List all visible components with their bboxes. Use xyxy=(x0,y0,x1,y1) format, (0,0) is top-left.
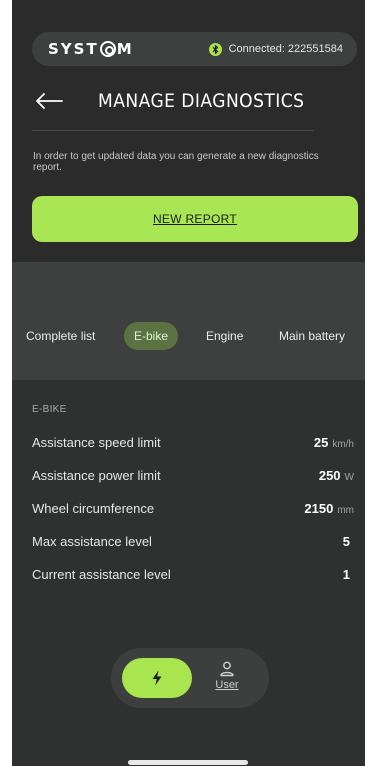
row-label: Assistance speed limit xyxy=(32,435,161,450)
value-unit: mm xyxy=(337,505,354,516)
value-number: 250 xyxy=(318,468,341,483)
value-number: 25 xyxy=(313,435,329,450)
list-item: Assistance power limit 250 W xyxy=(32,459,354,492)
app-screen: SYST M Connected: 222551584 MANAGE DIAGNO… xyxy=(12,0,365,766)
list-item: Assistance speed limit 25 km/h xyxy=(32,426,354,459)
user-icon xyxy=(220,661,234,677)
row-label: Assistance power limit xyxy=(32,468,161,483)
row-value: 250 W xyxy=(319,468,354,483)
info-text: In order to get updated data you can gen… xyxy=(33,151,319,173)
lightning-icon xyxy=(152,670,162,686)
page-title: MANAGE DIAGNOSTICS xyxy=(98,90,305,112)
value-number: 5 xyxy=(342,534,350,549)
nav-diagnostics-button[interactable] xyxy=(122,658,192,698)
tab-complete-list[interactable]: Complete list xyxy=(26,329,95,343)
header-bar: SYST M Connected: 222551584 xyxy=(32,32,357,66)
logo-ring-icon xyxy=(99,41,116,57)
tab-e-bike[interactable]: E-bike xyxy=(124,322,178,350)
value-number: 2150 xyxy=(304,501,334,516)
diagnostics-list: Assistance speed limit 25 km/h Assistanc… xyxy=(32,426,354,591)
tab-engine[interactable]: Engine xyxy=(206,329,243,343)
connection-text: Connected: 222551584 xyxy=(228,43,343,55)
row-label: Max assistance level xyxy=(32,534,152,549)
tab-main-battery[interactable]: Main battery xyxy=(279,329,345,343)
section-title: E-BIKE xyxy=(32,404,67,415)
title-row: MANAGE DIAGNOSTICS xyxy=(34,86,354,116)
list-item: Max assistance level 5 xyxy=(32,525,354,558)
row-value: 25 km/h xyxy=(314,435,354,450)
nav-user-button[interactable]: User xyxy=(207,661,247,697)
value-unit: km/h xyxy=(332,439,354,450)
back-arrow-icon[interactable] xyxy=(34,89,68,113)
home-indicator[interactable] xyxy=(128,760,248,765)
bluetooth-icon xyxy=(208,42,222,56)
category-tabs: Complete list E-bike Engine Main battery xyxy=(12,262,365,380)
row-value: 1 xyxy=(343,567,354,582)
nav-user-label: User xyxy=(215,679,239,691)
bottom-nav: User xyxy=(111,648,269,708)
row-value: 5 xyxy=(343,534,354,549)
app-logo: SYST M xyxy=(48,40,134,58)
value-number: 1 xyxy=(342,567,350,582)
value-unit: W xyxy=(344,472,354,483)
row-value: 2150 mm xyxy=(304,501,354,516)
title-divider xyxy=(32,130,314,131)
row-label: Wheel circumference xyxy=(32,501,155,516)
tabs-row: Complete list E-bike Engine Main battery xyxy=(12,321,365,351)
new-report-button[interactable]: NEW REPORT xyxy=(32,196,358,242)
connection-status[interactable]: Connected: 222551584 xyxy=(208,42,343,56)
row-label: Current assistance level xyxy=(32,567,171,582)
list-item: Current assistance level 1 xyxy=(32,558,354,591)
list-item: Wheel circumference 2150 mm xyxy=(32,492,354,525)
